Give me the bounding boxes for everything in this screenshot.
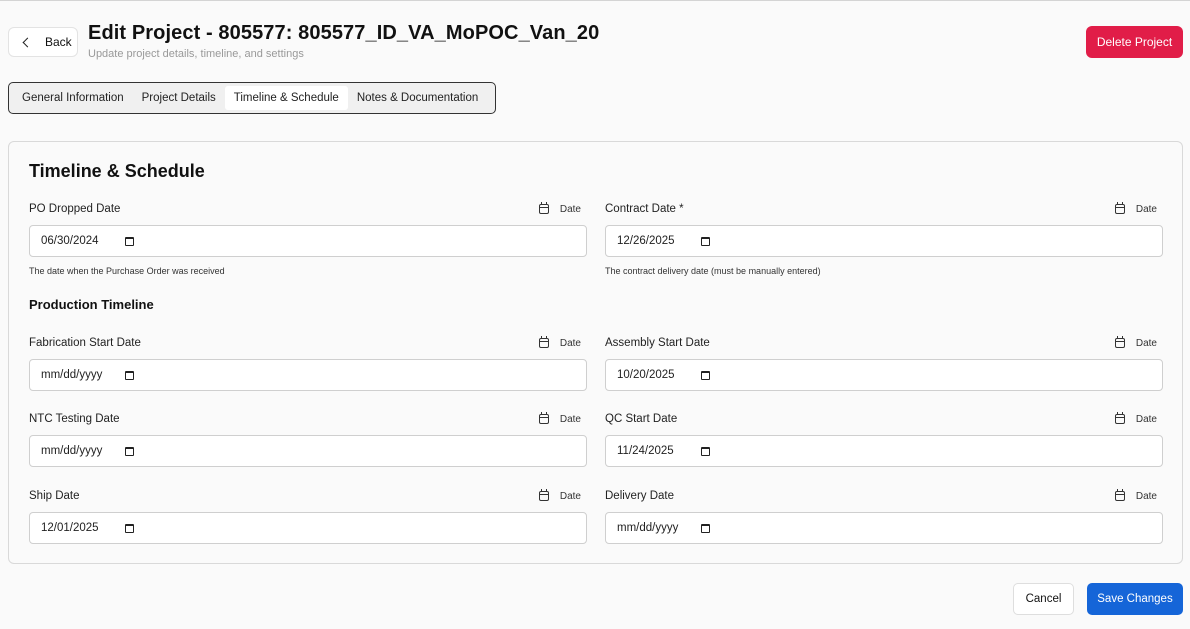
timeline-card: Timeline & Schedule PO Dropped Date Date… xyxy=(8,141,1183,564)
cancel-button[interactable]: Cancel xyxy=(1013,583,1074,615)
field-label: Assembly Start Date xyxy=(605,337,710,349)
date-tag: Date xyxy=(538,336,587,349)
tab-notes-documentation[interactable]: Notes & Documentation xyxy=(348,86,487,110)
po-dropped-date-input[interactable]: 06/30/2024 xyxy=(29,225,587,257)
field-label: Ship Date xyxy=(29,490,80,502)
qc-start-date-input[interactable]: 11/24/2025 xyxy=(605,435,1163,467)
calendar-icon xyxy=(1114,489,1125,501)
date-value: mm/dd/yyyy xyxy=(41,369,103,381)
date-value: mm/dd/yyyy xyxy=(41,445,103,457)
calendar-icon xyxy=(538,489,549,501)
tab-timeline-schedule[interactable]: Timeline & Schedule xyxy=(224,86,348,110)
field-label: PO Dropped Date xyxy=(29,203,121,215)
calendar-picker-icon[interactable] xyxy=(701,523,710,533)
date-tag-label: Date xyxy=(1135,337,1157,349)
back-label: Back xyxy=(45,35,72,49)
page-title: Edit Project - 805577: 805577_ID_VA_MoPO… xyxy=(88,22,600,44)
delivery-date-input[interactable]: mm/dd/yyyy xyxy=(605,512,1163,544)
calendar-icon xyxy=(1114,336,1125,348)
date-tag-label: Date xyxy=(1135,203,1157,215)
production-timeline-title: Production Timeline xyxy=(29,297,154,312)
date-value: 12/01/2025 xyxy=(41,522,99,534)
ntc-testing-date-field: NTC Testing Date Date mm/dd/yyyy xyxy=(29,410,587,467)
date-value: 12/26/2025 xyxy=(617,235,675,247)
tab-general-information[interactable]: General Information xyxy=(13,86,133,110)
date-value: mm/dd/yyyy xyxy=(617,522,679,534)
contract-date-field: Contract Date * Date 12/26/2025 The cont… xyxy=(605,200,1163,276)
page-subtitle: Update project details, timeline, and se… xyxy=(88,48,304,60)
ship-date-input[interactable]: 12/01/2025 xyxy=(29,512,587,544)
field-label: QC Start Date xyxy=(605,413,678,425)
section-title: Timeline & Schedule xyxy=(29,161,205,181)
tab-project-details[interactable]: Project Details xyxy=(133,86,225,110)
back-button[interactable]: Back xyxy=(8,27,78,57)
calendar-picker-icon[interactable] xyxy=(125,446,134,456)
field-label: NTC Testing Date xyxy=(29,413,120,425)
date-tag-label: Date xyxy=(1135,413,1157,425)
date-value: 06/30/2024 xyxy=(41,235,99,247)
field-label: Delivery Date xyxy=(605,490,675,502)
assembly-start-date-input[interactable]: 10/20/2025 xyxy=(605,359,1163,391)
date-tag: Date xyxy=(538,202,587,215)
delivery-date-field: Delivery Date Date mm/dd/yyyy xyxy=(605,487,1163,544)
date-tag-label: Date xyxy=(559,490,581,502)
calendar-picker-icon[interactable] xyxy=(701,236,710,246)
date-tag-label: Date xyxy=(1135,490,1157,502)
help-text: The date when the Purchase Order was rec… xyxy=(29,266,225,276)
date-value: 11/24/2025 xyxy=(617,445,674,457)
date-tag: Date xyxy=(538,489,587,502)
chevron-left-icon xyxy=(22,37,33,47)
date-tag: Date xyxy=(1114,202,1163,215)
date-tag: Date xyxy=(538,412,587,425)
ntc-testing-date-input[interactable]: mm/dd/yyyy xyxy=(29,435,587,467)
calendar-icon xyxy=(538,336,549,348)
tab-list: General Information Project Details Time… xyxy=(8,82,496,114)
qc-start-date-field: QC Start Date Date 11/24/2025 xyxy=(605,410,1163,467)
fabrication-start-date-field: Fabrication Start Date Date mm/dd/yyyy xyxy=(29,334,587,391)
field-label: Contract Date * xyxy=(605,203,684,215)
calendar-icon xyxy=(1114,202,1125,214)
date-tag: Date xyxy=(1114,336,1163,349)
calendar-picker-icon[interactable] xyxy=(125,523,134,533)
delete-project-button[interactable]: Delete Project xyxy=(1086,26,1183,58)
calendar-picker-icon[interactable] xyxy=(701,446,710,456)
contract-date-input[interactable]: 12/26/2025 xyxy=(605,225,1163,257)
field-label: Fabrication Start Date xyxy=(29,337,141,349)
date-tag-label: Date xyxy=(559,413,581,425)
fabrication-start-date-input[interactable]: mm/dd/yyyy xyxy=(29,359,587,391)
calendar-picker-icon[interactable] xyxy=(125,370,134,380)
help-text: The contract delivery date (must be manu… xyxy=(605,266,821,276)
date-tag: Date xyxy=(1114,412,1163,425)
date-value: 10/20/2025 xyxy=(617,369,675,381)
date-tag: Date xyxy=(1114,489,1163,502)
date-tag-label: Date xyxy=(559,337,581,349)
date-tag-label: Date xyxy=(559,203,581,215)
calendar-picker-icon[interactable] xyxy=(701,370,710,380)
calendar-picker-icon[interactable] xyxy=(125,236,134,246)
assembly-start-date-field: Assembly Start Date Date 10/20/2025 xyxy=(605,334,1163,391)
calendar-icon xyxy=(1114,412,1125,424)
ship-date-field: Ship Date Date 12/01/2025 xyxy=(29,487,587,544)
po-dropped-date-field: PO Dropped Date Date 06/30/2024 The date… xyxy=(29,200,587,276)
save-changes-button[interactable]: Save Changes xyxy=(1087,583,1183,615)
calendar-icon xyxy=(538,202,549,214)
calendar-icon xyxy=(538,412,549,424)
